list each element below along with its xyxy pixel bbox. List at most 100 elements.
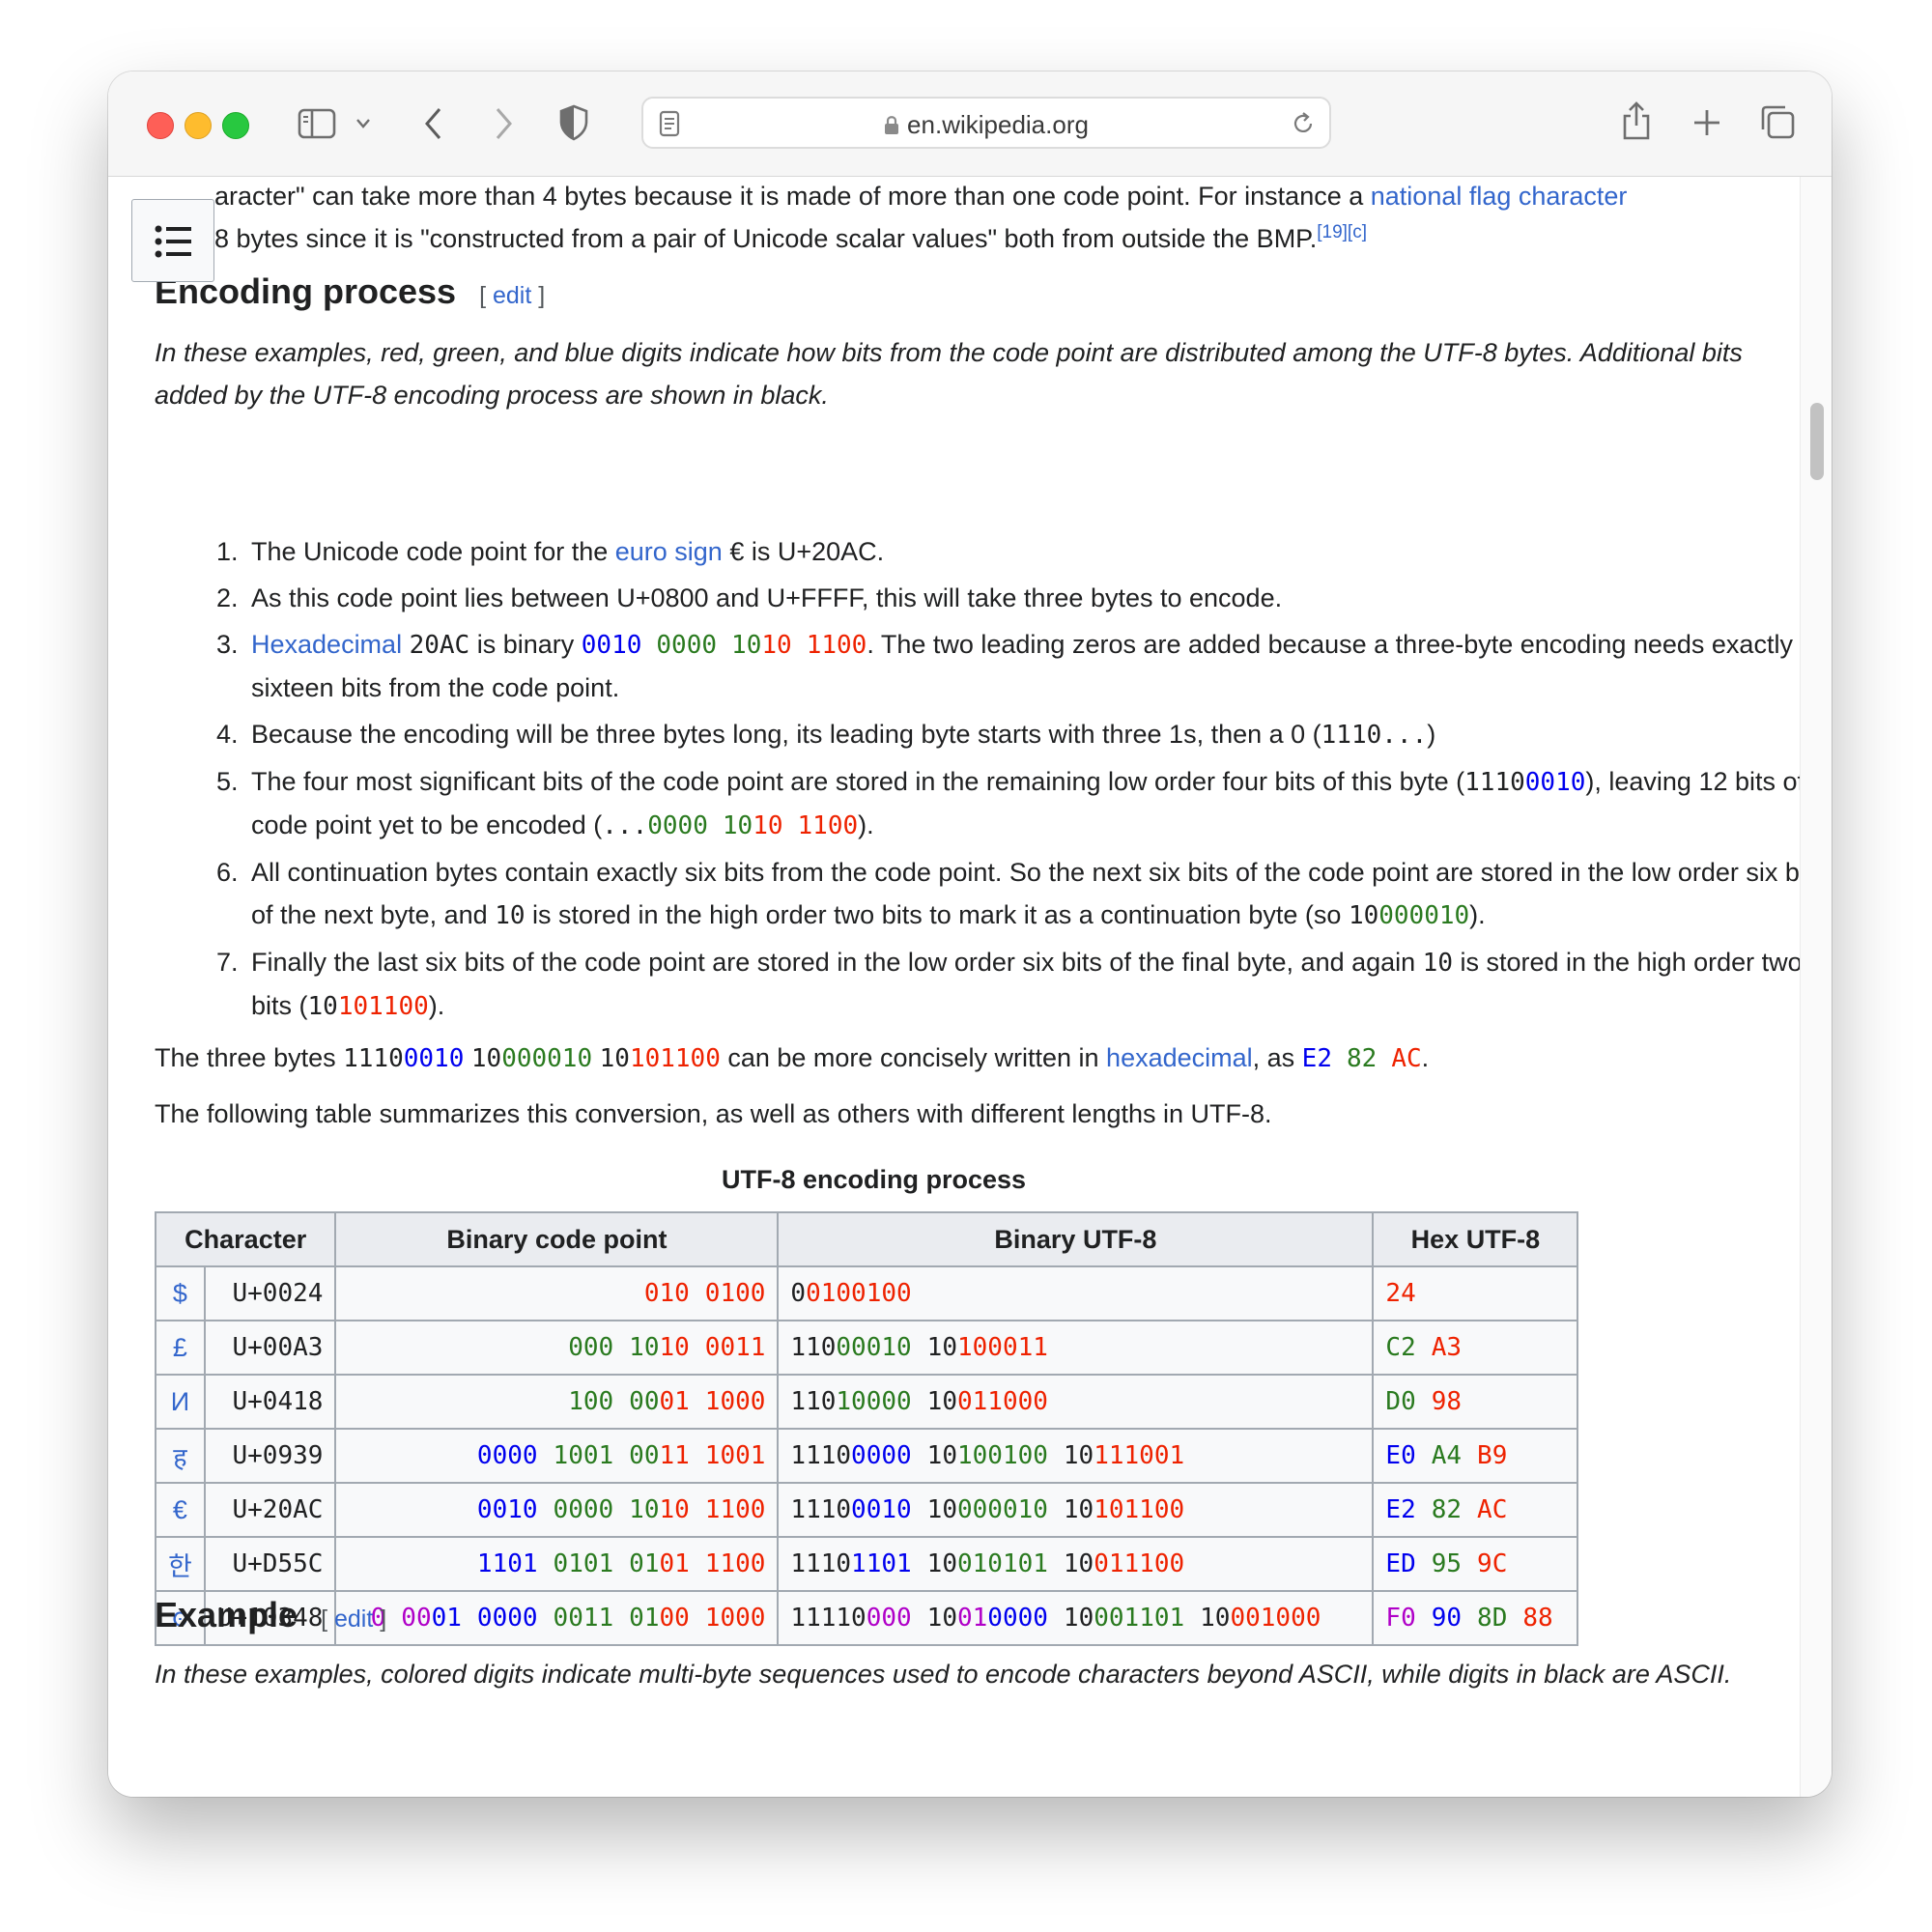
bit-group: 10001101 [1064,1604,1184,1633]
bit-group: 00100100 [790,1279,911,1308]
step-text: ). [428,991,445,1020]
code-point-cell: U+20AC [203,1482,337,1538]
bit-group: 10011000 [927,1387,1048,1416]
bit-group: 11110000 [790,1604,911,1633]
character-link[interactable]: $ [155,1265,206,1321]
bits-green: 000010 [1378,901,1470,930]
tab-overview-icon[interactable] [1760,104,1795,139]
step-text: Finally the last six bits of the code po… [251,948,1423,977]
hexadecimal-link[interactable]: Hexadecimal [251,630,402,659]
table-of-contents-button[interactable] [131,199,214,282]
bits-red: 10 [761,631,792,660]
new-tab-icon[interactable] [1692,108,1721,137]
bit-run: 24 [1385,1279,1416,1308]
bit-group: 1001 [554,1441,614,1470]
chevron-down-icon[interactable] [355,118,371,129]
bit-run: 01 [956,1604,988,1633]
bit-group: F0 [1385,1604,1415,1633]
edit-section-link[interactable]: edit [334,1605,373,1633]
edit-section-link[interactable]: edit [493,282,531,309]
bit-group: 0010 [477,1495,538,1524]
step-2: As this code point lies between U+0800 a… [245,577,1801,619]
euro-sign-link[interactable]: euro sign [615,537,723,566]
binary-utf8-cell: 11110000 10010000 10001101 10001000 [777,1590,1375,1646]
reload-icon[interactable] [1291,111,1316,136]
forward-icon[interactable] [493,106,514,141]
bit-group: 11000010 [790,1333,911,1362]
bit-run: 01 [659,1549,690,1578]
bits-blue: 0010 [403,1044,465,1073]
bit-run: 1001 [704,1441,766,1470]
list-icon [155,225,191,258]
steps-list: The Unicode code point for the euro sign… [155,530,1801,1032]
bit-run: 011000 [956,1387,1048,1416]
hex-utf8-cell: F0 90 8D 88 [1372,1590,1579,1646]
bit-group: 1000 [705,1604,766,1633]
bit-run: F0 [1385,1604,1416,1633]
zoom-window-button[interactable] [222,112,249,139]
hex-utf8-cell: E0 A4 B9 [1372,1428,1579,1484]
step-text: The four most significant bits of the co… [251,767,1465,796]
sidebar-icon[interactable] [298,108,336,139]
step-text: Because the encoding will be three bytes… [251,720,1321,749]
bit-run: 1101 [851,1549,912,1578]
bit-run: 100 [568,1387,614,1416]
bit-group: 1001 [705,1441,766,1470]
reference-link[interactable]: [19][c] [1317,222,1367,242]
bit-group: 1101 [477,1549,538,1578]
bit-group: C2 [1385,1333,1415,1362]
bit-run: 1100 [704,1495,766,1524]
character-link[interactable]: € [155,1482,206,1538]
bit-group: 1010 [629,1495,690,1524]
binary-code-point-cell: 100 0001 1000 [334,1374,780,1430]
close-window-button[interactable] [147,112,174,139]
bits-black: 10 [470,1044,502,1073]
bit-group: 10001000 [1200,1604,1321,1633]
binary-code-point-cell: 0010 0000 1010 1100 [334,1482,780,1538]
bit-group: 95 [1432,1549,1462,1578]
bit-group: 100 [568,1387,613,1416]
vertical-scrollbar[interactable] [1800,177,1832,1797]
bit-run: 0000 [476,1604,538,1633]
bits-green: 10 [731,631,762,660]
back-icon[interactable] [423,106,444,141]
bit-run: 001000 [1230,1604,1321,1633]
character-link[interactable]: 한 [155,1536,206,1592]
table-row: £ U+00A3 000 1010 0011 11000010 10100011 C2 A3 [155,1320,1579,1376]
bit-run: 95 [1431,1549,1463,1578]
bit-run: 10 [1063,1549,1094,1578]
national-flag-character-link[interactable]: national flag character [1371,182,1628,211]
bit-group: 000 [568,1333,613,1362]
scrollbar-thumb[interactable] [1810,403,1824,480]
binary-utf8-cell: 11010000 10011000 [777,1374,1375,1430]
character-link[interactable]: И [155,1374,206,1430]
bit-run: 10 [659,1495,690,1524]
share-icon[interactable] [1621,100,1652,141]
bit-run: 0000 [476,1441,538,1470]
header-character: Character [154,1211,337,1267]
header-hex-utf8: Hex UTF-8 [1372,1211,1579,1267]
bit-group: E0 [1385,1441,1415,1470]
minimize-window-button[interactable] [185,112,212,139]
code: 1110... [1321,721,1428,750]
bit-run: 0101 [553,1549,614,1578]
hex-blue: E2 [1301,1044,1332,1073]
hex-green: 82 [1347,1044,1378,1073]
address-bar[interactable]: en.wikipedia.org [641,97,1331,149]
intro-line2: 8 bytes since it is "constructed from a … [214,224,1318,253]
bit-group: 10111001 [1064,1441,1184,1470]
code: 10 [495,901,526,930]
bit-run: 01 [629,1604,660,1633]
binary-code-point-cell: 0 0001 0000 0011 0100 1000 [334,1590,780,1646]
hexadecimal-link-2[interactable]: hexadecimal [1106,1043,1253,1072]
shield-icon[interactable] [558,104,589,141]
bit-run: 010 [643,1279,690,1308]
bit-run: 9C [1477,1549,1508,1578]
bit-run: 0011 [553,1604,614,1633]
intro-line1: aracter" can take more than 4 bytes beca… [214,182,1371,211]
character-link[interactable]: ह [155,1428,206,1484]
character-link[interactable]: £ [155,1320,206,1376]
summary-text: . [1421,1043,1430,1072]
bit-run: 10 [926,1441,957,1470]
bit-run: 10 [926,1495,957,1524]
